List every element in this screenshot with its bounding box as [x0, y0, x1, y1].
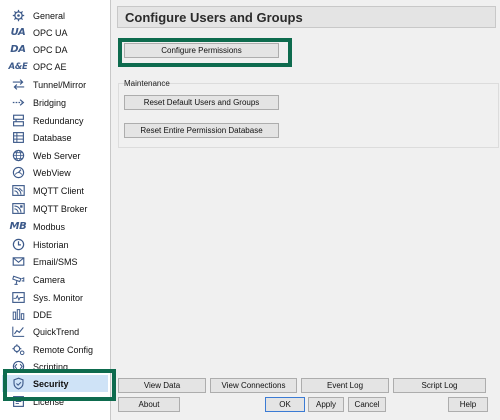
- sidebar-item-label: Remote Config: [33, 344, 94, 355]
- sidebar-item-label: Database: [33, 132, 72, 143]
- mqtt-client-icon: [9, 184, 27, 198]
- sidebar-item-label: Sys. Monitor: [33, 292, 84, 303]
- sidebar-item-label: MQTT Client: [33, 185, 84, 196]
- dde-icon: [9, 308, 27, 322]
- event-log-button[interactable]: Event Log: [301, 378, 389, 393]
- mqtt-broker-icon: [9, 202, 27, 216]
- scripting-icon: [9, 360, 27, 374]
- sidebar-item-email-sms[interactable]: Email/SMS: [2, 253, 108, 270]
- sidebar-item-modbus[interactable]: MB Modbus: [2, 218, 108, 235]
- sidebar-item-remote-config[interactable]: Remote Config: [2, 341, 108, 358]
- maintenance-label: Maintenance: [124, 79, 170, 88]
- opc-da-icon: DA: [10, 44, 26, 55]
- maintenance-group: [118, 83, 499, 148]
- shield-icon: [9, 377, 27, 391]
- clock-icon: [9, 238, 27, 252]
- sidebar-item-label: General: [33, 10, 66, 21]
- sidebar-item-label: WebView: [33, 167, 71, 178]
- sidebar-item-label: Security: [33, 378, 69, 389]
- database-icon: [9, 131, 27, 145]
- sidebar-item-tunnel-mirror[interactable]: Tunnel/Mirror: [2, 76, 108, 93]
- modbus-icon: MB: [9, 221, 27, 232]
- sidebar-item-label: Bridging: [33, 97, 67, 108]
- sidebar-item-sys-monitor[interactable]: Sys. Monitor: [2, 289, 108, 306]
- sidebar-item-opc-ae[interactable]: A&E OPC AE: [2, 58, 108, 75]
- sidebar-item-camera[interactable]: Camera: [2, 271, 108, 288]
- sidebar-item-label: Redundancy: [33, 115, 84, 126]
- globe-icon: [9, 149, 27, 163]
- sidebar-item-license[interactable]: License: [2, 393, 108, 410]
- sidebar-item-label: QuickTrend: [33, 326, 80, 337]
- camera-icon: [9, 273, 27, 287]
- sidebar-item-label: Modbus: [33, 221, 66, 232]
- content-panel: Configure Users and Groups Configure Per…: [111, 0, 500, 420]
- apply-button[interactable]: Apply: [308, 397, 344, 412]
- sidebar: General UA OPC UA DA OPC DA A&E OPC AE T…: [0, 0, 111, 420]
- sidebar-item-general[interactable]: General: [2, 7, 108, 24]
- opc-ae-icon: A&E: [8, 61, 28, 72]
- sidebar-item-quicktrend[interactable]: QuickTrend: [2, 323, 108, 340]
- sidebar-item-dde[interactable]: DDE: [2, 306, 108, 323]
- sidebar-item-label: Tunnel/Mirror: [33, 79, 87, 90]
- help-button[interactable]: Help: [448, 397, 488, 412]
- reset-permission-database-button[interactable]: Reset Entire Permission Database: [124, 123, 279, 138]
- view-connections-button[interactable]: View Connections: [210, 378, 297, 393]
- sidebar-item-label: Scripting: [33, 361, 69, 372]
- sidebar-item-label: OPC DA: [33, 44, 68, 55]
- bridging-arrow-icon: [9, 96, 27, 110]
- opc-ua-icon: UA: [10, 27, 26, 38]
- sidebar-item-label: MQTT Broker: [33, 203, 88, 214]
- sidebar-item-database[interactable]: Database: [2, 129, 108, 146]
- sidebar-item-opc-ua[interactable]: UA OPC UA: [2, 24, 108, 41]
- sidebar-item-label: Email/SMS: [33, 256, 78, 267]
- sidebar-item-web-server[interactable]: Web Server: [2, 147, 108, 164]
- about-button[interactable]: About: [118, 397, 180, 412]
- sidebar-item-label: OPC AE: [33, 61, 67, 72]
- sidebar-item-label: Camera: [33, 274, 66, 285]
- page-header: Configure Users and Groups: [117, 6, 496, 28]
- ok-button[interactable]: OK: [265, 397, 305, 412]
- webview-gauge-icon: [9, 166, 27, 180]
- sidebar-item-webview[interactable]: WebView: [2, 164, 108, 181]
- sidebar-item-redundancy[interactable]: Redundancy: [2, 112, 108, 129]
- configure-permissions-button[interactable]: Configure Permissions: [124, 43, 279, 58]
- sidebar-item-mqtt-client[interactable]: MQTT Client: [2, 182, 108, 199]
- sidebar-item-security[interactable]: Security: [2, 375, 108, 392]
- sidebar-item-label: Historian: [33, 239, 69, 250]
- script-log-button[interactable]: Script Log: [393, 378, 486, 393]
- sidebar-item-scripting[interactable]: Scripting: [2, 358, 108, 375]
- view-data-button[interactable]: View Data: [118, 378, 206, 393]
- sidebar-item-bridging[interactable]: Bridging: [2, 94, 108, 111]
- email-icon: [9, 255, 27, 269]
- gear-icon: [9, 9, 27, 23]
- sidebar-item-label: OPC UA: [33, 27, 68, 38]
- tunnel-arrows-icon: [9, 78, 27, 92]
- cancel-button[interactable]: Cancel: [348, 397, 386, 412]
- page-title: Configure Users and Groups: [125, 10, 303, 25]
- sidebar-item-label: Web Server: [33, 150, 81, 161]
- redundancy-icon: [9, 114, 27, 128]
- license-icon: [9, 395, 27, 409]
- monitor-icon: [9, 291, 27, 305]
- sidebar-item-label: License: [33, 396, 65, 407]
- sidebar-item-mqtt-broker[interactable]: MQTT Broker: [2, 200, 108, 217]
- sidebar-item-opc-da[interactable]: DA OPC DA: [2, 41, 108, 58]
- sidebar-item-historian[interactable]: Historian: [2, 236, 108, 253]
- sidebar-item-label: DDE: [33, 309, 53, 320]
- reset-default-users-button[interactable]: Reset Default Users and Groups: [124, 95, 279, 110]
- remote-config-icon: [9, 343, 27, 357]
- trend-icon: [9, 325, 27, 339]
